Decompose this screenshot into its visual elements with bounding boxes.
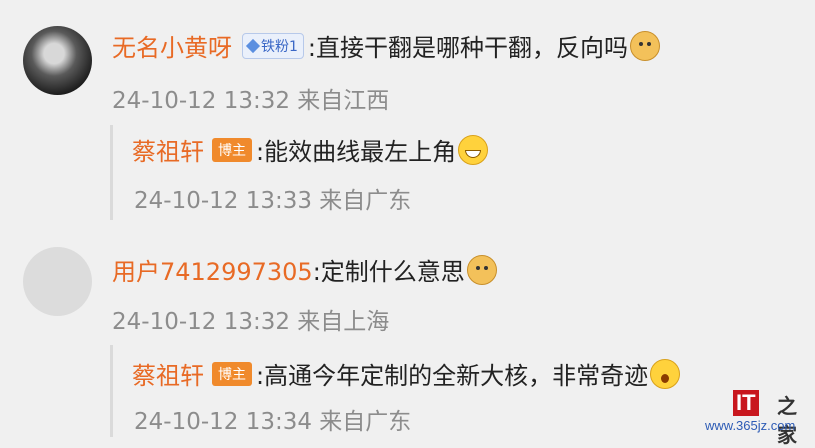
watermark-logo: IT 之家 www.365jz.com bbox=[705, 388, 810, 447]
wow-emoji-icon bbox=[650, 358, 681, 389]
host-badge: 博主 bbox=[212, 361, 252, 386]
comment-item: 无名小黄呀 铁粉1 :直接干翻是哪种干翻，反向吗 24-10-12 13:32 … bbox=[0, 0, 815, 230]
doge-emoji-icon bbox=[630, 30, 661, 61]
username-link[interactable]: 无名小黄呀 bbox=[112, 28, 232, 63]
reply-text: :高通今年定制的全新大核，非常奇迹 bbox=[256, 362, 649, 390]
watermark-it: IT bbox=[733, 390, 759, 416]
reply-timestamp: 24-10-12 13:33 来自广东 bbox=[134, 188, 412, 214]
reply-line: 蔡祖轩 博主 :高通今年定制的全新大核，非常奇迹 bbox=[132, 356, 681, 391]
fan-badge[interactable]: 铁粉1 bbox=[242, 32, 304, 59]
reply-text: :能效曲线最左上角 bbox=[256, 138, 457, 166]
comment-text: :定制什么意思 bbox=[312, 258, 465, 286]
reply-line: 蔡祖轩 博主 :能效曲线最左上角 bbox=[132, 132, 489, 167]
grin-emoji-icon bbox=[458, 134, 489, 165]
watermark-url: www.365jz.com bbox=[705, 418, 796, 433]
avatar[interactable] bbox=[23, 26, 92, 95]
diamond-icon bbox=[245, 38, 261, 53]
username-link[interactable]: 用户7412997305 bbox=[112, 252, 313, 287]
reply-block: 蔡祖轩 博主 :能效曲线最左上角 24-10-12 13:33 来自广东 bbox=[110, 125, 813, 220]
timestamp: 24-10-12 13:32 来自江西 bbox=[112, 88, 390, 114]
comment-line: 无名小黄呀 铁粉1 :直接干翻是哪种干翻，反向吗 bbox=[112, 28, 661, 63]
doge-emoji-icon bbox=[466, 254, 497, 285]
reply-username-link[interactable]: 蔡祖轩 bbox=[132, 356, 204, 391]
reply-timestamp: 24-10-12 13:34 来自广东 bbox=[134, 409, 412, 435]
reply-username-link[interactable]: 蔡祖轩 bbox=[132, 132, 204, 167]
avatar[interactable] bbox=[23, 247, 92, 316]
comment-item: 用户7412997305 :定制什么意思 24-10-12 13:32 来自上海… bbox=[0, 230, 815, 439]
host-badge: 博主 bbox=[212, 137, 252, 162]
comment-text: :直接干翻是哪种干翻，反向吗 bbox=[307, 34, 629, 62]
fan-badge-label: 铁粉1 bbox=[261, 38, 298, 55]
comment-line: 用户7412997305 :定制什么意思 bbox=[112, 252, 497, 287]
timestamp: 24-10-12 13:32 来自上海 bbox=[112, 309, 390, 335]
